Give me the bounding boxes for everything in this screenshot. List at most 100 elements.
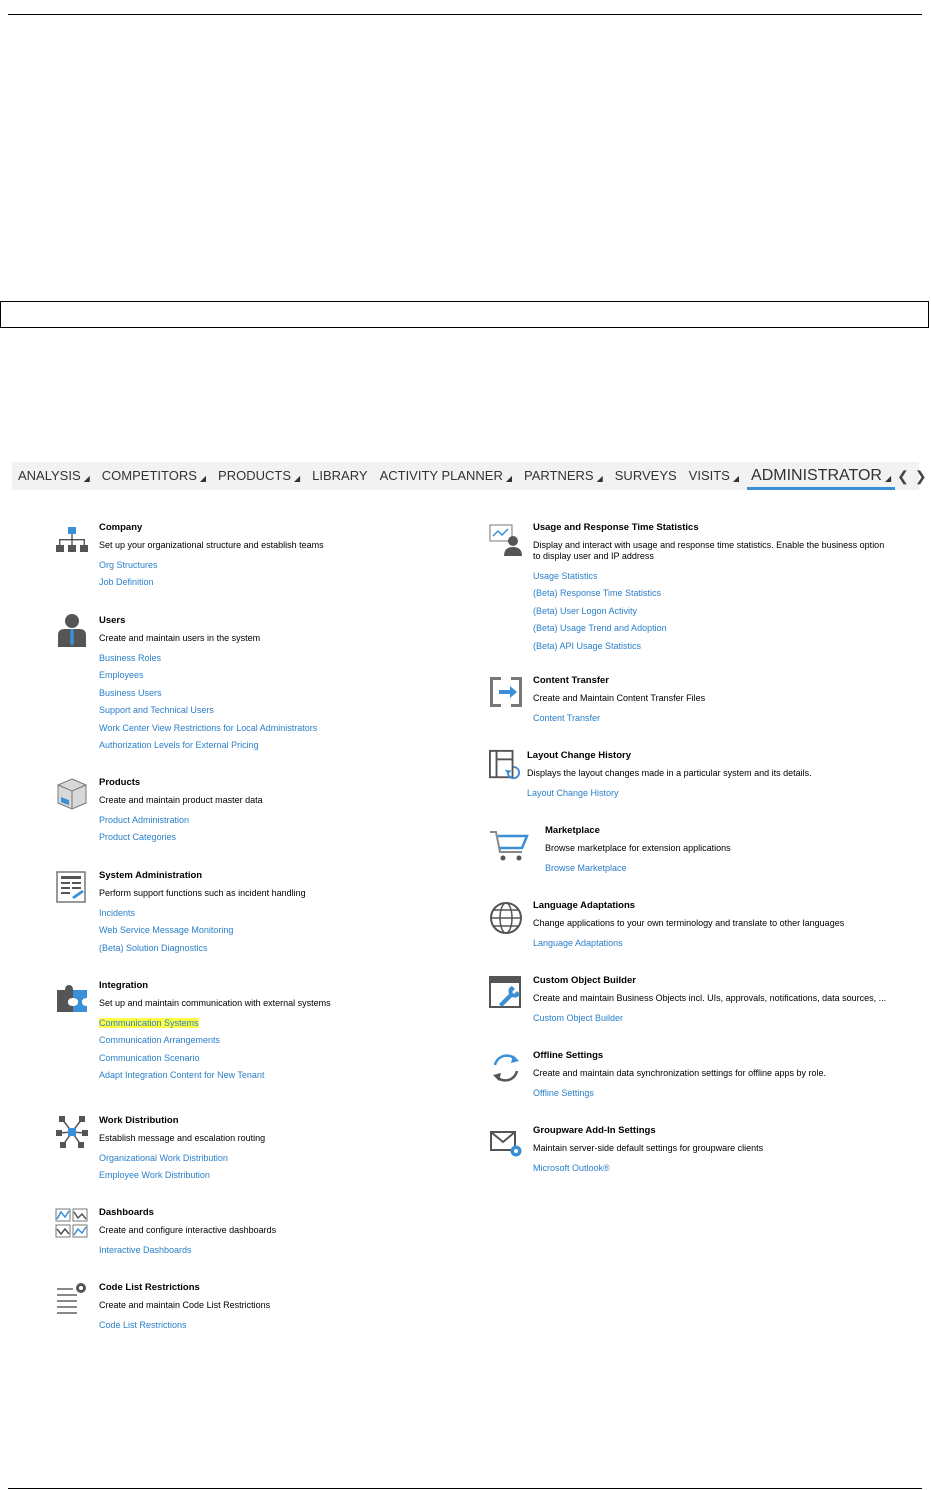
- link-layout-change-history[interactable]: Layout Change History: [527, 787, 812, 804]
- content-transfer-icon: [490, 677, 522, 707]
- section-work-distribution: Work Distribution Establish message and …: [55, 1115, 265, 1187]
- usage-stats-icon: [489, 524, 522, 556]
- section-title: Company: [99, 522, 143, 533]
- section-description: Set up your organizational structure and…: [99, 540, 324, 550]
- link-incidents[interactable]: Incidents: [99, 907, 306, 924]
- sync-icon: [493, 1054, 519, 1082]
- system-admin-icon: [56, 871, 86, 903]
- tab-administrator[interactable]: ADMINISTRATOR ◢: [745, 462, 897, 490]
- chevron-left-icon[interactable]: ❮: [897, 462, 909, 490]
- section-title: Products: [99, 777, 141, 788]
- link-content-transfer[interactable]: Content Transfer: [533, 712, 705, 729]
- link-communication-arrangements[interactable]: Communication Arrangements: [99, 1034, 331, 1051]
- section-language-adaptations: Language Adaptations Change applications…: [489, 900, 844, 954]
- link-adapt-integration-content[interactable]: Adapt Integration Content for New Tenant: [99, 1069, 331, 1086]
- caret-down-icon: ◢: [505, 474, 513, 483]
- section-title: Custom Object Builder: [533, 975, 636, 986]
- link-api-usage-statistics[interactable]: (Beta) API Usage Statistics: [533, 640, 884, 657]
- link-offline-settings[interactable]: Offline Settings: [533, 1087, 826, 1104]
- link-communication-systems[interactable]: Communication Systems: [99, 1017, 331, 1034]
- caret-down-icon: ◢: [884, 474, 892, 483]
- tab-analysis[interactable]: ANALYSIS ◢: [12, 462, 96, 490]
- section-title: Marketplace: [545, 825, 600, 836]
- section-content-transfer: Content Transfer Create and Maintain Con…: [489, 675, 705, 729]
- link-usage-statistics[interactable]: Usage Statistics: [533, 570, 884, 587]
- tab-competitors[interactable]: COMPETITORS ◢: [96, 462, 212, 490]
- link-usage-trend-adoption[interactable]: (Beta) Usage Trend and Adoption: [533, 622, 884, 639]
- link-org-structures[interactable]: Org Structures: [99, 559, 324, 576]
- section-products: Products Create and maintain product mas…: [55, 777, 263, 849]
- tab-visits[interactable]: VISITS ◢: [683, 462, 745, 490]
- link-language-adaptations[interactable]: Language Adaptations: [533, 937, 844, 954]
- link-business-users[interactable]: Business Users: [99, 687, 317, 704]
- chevron-right-icon[interactable]: ❯: [915, 462, 927, 490]
- globe-icon: [490, 902, 522, 934]
- link-solution-diagnostics[interactable]: (Beta) Solution Diagnostics: [99, 942, 306, 959]
- section-groupware-add-in: Groupware Add-In Settings Maintain serve…: [489, 1125, 763, 1179]
- section-description: Create and maintain Business Objects inc…: [533, 993, 887, 1003]
- link-employees[interactable]: Employees: [99, 669, 317, 686]
- section-description: Display and interact with usage and resp…: [533, 540, 885, 561]
- link-communication-scenario[interactable]: Communication Scenario: [99, 1052, 331, 1069]
- link-job-definition[interactable]: Job Definition: [99, 576, 324, 593]
- section-description: Create and maintain data synchronization…: [533, 1068, 827, 1078]
- link-support-technical-users[interactable]: Support and Technical Users: [99, 704, 317, 721]
- link-response-time-statistics[interactable]: (Beta) Response Time Statistics: [533, 587, 884, 604]
- caret-down-icon: ◢: [199, 474, 207, 483]
- section-description: Perform support functions such as incide…: [99, 888, 306, 898]
- tab-library[interactable]: LIBRARY: [306, 462, 373, 490]
- section-code-list-restrictions: Code List Restrictions Create and mainta…: [55, 1282, 270, 1336]
- caret-down-icon: ◢: [596, 474, 603, 483]
- link-custom-object-builder[interactable]: Custom Object Builder: [533, 1012, 886, 1029]
- link-product-categories[interactable]: Product Categories: [99, 831, 263, 848]
- section-description: Create and maintain product master data: [99, 795, 263, 805]
- section-company: Company Set up your organizational struc…: [55, 522, 324, 594]
- section-description: Create and Maintain Content Transfer Fil…: [533, 693, 706, 703]
- section-description: Set up and maintain communication with e…: [99, 998, 331, 1008]
- section-title: Users: [99, 615, 126, 626]
- mail-gear-icon: [490, 1131, 522, 1157]
- section-offline-settings: Offline Settings Create and maintain dat…: [489, 1050, 826, 1104]
- section-custom-object-builder: Custom Object Builder Create and maintai…: [489, 975, 886, 1029]
- link-browse-marketplace[interactable]: Browse Marketplace: [545, 862, 731, 879]
- tab-surveys[interactable]: SURVEYS: [609, 462, 683, 490]
- empty-frame: [0, 301, 929, 328]
- puzzle-icon: [57, 985, 87, 1012]
- section-marketplace: Marketplace Browse marketplace for exten…: [489, 825, 731, 879]
- section-description: Establish message and escalation routing: [99, 1133, 266, 1143]
- section-description: Browse marketplace for extension applica…: [545, 843, 731, 853]
- link-authorization-levels[interactable]: Authorization Levels for External Pricin…: [99, 739, 317, 756]
- section-description: Maintain server-side default settings fo…: [533, 1143, 764, 1153]
- section-title: Content Transfer: [533, 675, 610, 686]
- section-system-administration: System Administration Perform support fu…: [55, 870, 306, 959]
- section-title: Integration: [99, 980, 149, 991]
- link-organizational-work-distribution[interactable]: Organizational Work Distribution: [99, 1152, 265, 1169]
- link-business-roles[interactable]: Business Roles: [99, 652, 317, 669]
- link-user-logon-activity[interactable]: (Beta) User Logon Activity: [533, 605, 884, 622]
- section-description: Create and maintain Code List Restrictio…: [99, 1300, 271, 1310]
- caret-down-icon: ◢: [732, 474, 740, 483]
- org-chart-icon: [56, 527, 88, 552]
- top-rule: [8, 14, 922, 15]
- link-code-list-restrictions[interactable]: Code List Restrictions: [99, 1319, 270, 1336]
- tab-products[interactable]: PRODUCTS ◢: [212, 462, 306, 490]
- link-product-administration[interactable]: Product Administration: [99, 814, 263, 831]
- tab-activity-planner[interactable]: ACTIVITY PLANNER ◢: [374, 462, 518, 490]
- link-microsoft-outlook[interactable]: Microsoft Outlook®: [533, 1162, 763, 1179]
- work-center-nav: ANALYSIS ◢ COMPETITORS ◢ PRODUCTS ◢ LIBRARY…: [12, 462, 927, 490]
- link-interactive-dashboards[interactable]: Interactive Dashboards: [99, 1244, 276, 1261]
- section-title: Groupware Add-In Settings: [533, 1125, 656, 1136]
- product-box-icon: [57, 778, 87, 810]
- layout-history-icon: [489, 749, 521, 780]
- tab-partners[interactable]: PARTNERS ◢: [518, 462, 609, 490]
- user-icon: [58, 614, 86, 647]
- link-work-center-view-restrictions[interactable]: Work Center View Restrictions for Local …: [99, 722, 317, 739]
- link-employee-work-distribution[interactable]: Employee Work Distribution: [99, 1169, 265, 1186]
- cart-icon: [490, 831, 529, 861]
- section-title: Dashboards: [99, 1207, 154, 1218]
- nav-scroll-controls: ❮ ❯ ≡: [897, 462, 931, 490]
- section-title: Layout Change History: [527, 750, 631, 761]
- section-dashboards: Dashboards Create and configure interact…: [55, 1207, 276, 1261]
- section-title: Usage and Response Time Statistics: [533, 522, 699, 533]
- link-web-service-message-monitoring[interactable]: Web Service Message Monitoring: [99, 924, 306, 941]
